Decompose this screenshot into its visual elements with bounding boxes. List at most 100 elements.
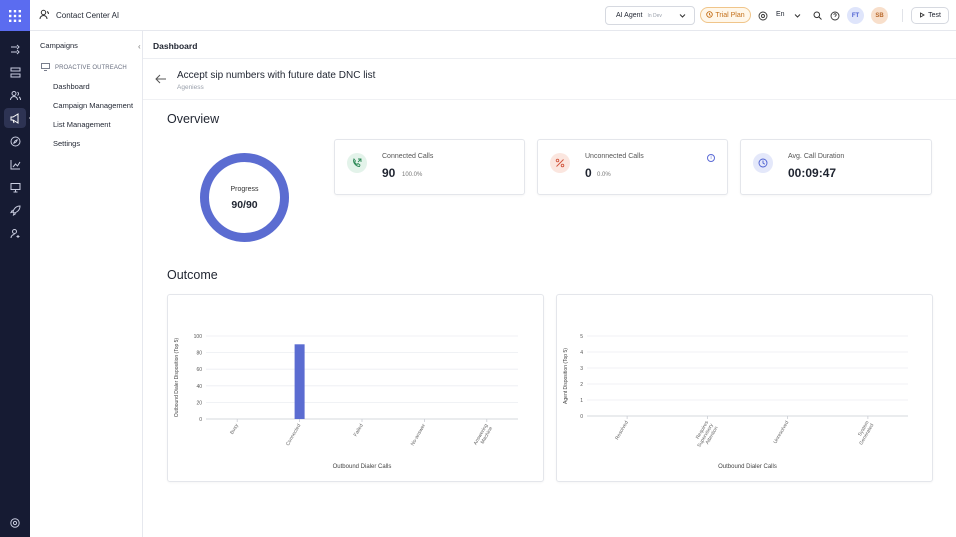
x-tick-label: No-answer (410, 423, 427, 447)
users-icon[interactable] (8, 88, 22, 102)
main-header: Dashboard (153, 41, 198, 51)
page-subtitle: Ageniess (177, 84, 204, 91)
x-tick-label: Resolved (614, 420, 630, 441)
connected-calls-pct: 100.0% (402, 172, 423, 178)
outcome-title: Outcome (167, 268, 218, 282)
user-avatar-ft[interactable]: FT (847, 7, 864, 24)
avg-call-duration-card: Avg. Call Duration 00:09:47 (740, 139, 932, 195)
user-avatar-sb[interactable]: SB (871, 7, 888, 24)
search-icon[interactable] (812, 10, 823, 21)
agent-select[interactable]: AI Agent In Dev (605, 6, 695, 25)
y-tick-label: 0 (580, 414, 583, 420)
routing-icon[interactable] (8, 65, 22, 79)
y-tick-label: 3 (580, 366, 583, 372)
play-icon (919, 11, 925, 20)
x-tick-label: Busy (229, 423, 240, 436)
analytics-icon[interactable] (8, 157, 22, 171)
agent-disposition-chart: 0 1 2 3 4 5 Resolved RequiresSupervisoryAttenti… (556, 294, 933, 482)
y-tick-label: 1 (580, 398, 583, 404)
y-tick-label: 5 (580, 334, 583, 340)
connected-calls-label: Connected Calls (382, 153, 434, 160)
sidebar-title: Campaigns (40, 41, 78, 50)
x-tick-label: Connected (285, 423, 302, 447)
avg-call-duration-label: Avg. Call Duration (788, 153, 845, 160)
rocket-icon[interactable] (8, 203, 22, 217)
y-tick-label: 60 (196, 367, 202, 373)
info-icon[interactable]: i (707, 154, 715, 162)
x-tick-label: SystemGenerated (854, 420, 876, 446)
overview-title: Overview (167, 112, 220, 126)
x-tick-label: Failed (353, 423, 365, 438)
divider (902, 9, 903, 22)
headset-icon (39, 9, 50, 22)
trial-plan-button[interactable]: Trial Plan (700, 7, 751, 23)
globe-icon[interactable] (757, 10, 768, 21)
progress-arc (200, 153, 289, 242)
progress-donut (200, 153, 289, 242)
help-circle-icon[interactable] (829, 10, 840, 21)
timer-icon (753, 153, 773, 173)
x-axis-label: Outbound Dialer Calls (718, 464, 777, 470)
back-arrow-icon[interactable] (155, 73, 167, 87)
unconnected-calls-card: Unconnected Calls 0 0.0% i (537, 139, 728, 195)
y-tick-label: 80 (196, 351, 202, 357)
monitor-icon[interactable] (8, 180, 22, 194)
campaigns-icon[interactable] (4, 108, 34, 128)
divider (143, 99, 956, 100)
help-icon[interactable] (10, 515, 20, 528)
collapse-sidebar-icon[interactable]: ‹ (138, 42, 141, 51)
trial-plan-label: Trial Plan (715, 11, 745, 19)
brand: Contact Center AI (39, 9, 119, 22)
unconnected-calls-pct: 0.0% (597, 172, 611, 178)
phone-connected-icon (347, 153, 367, 173)
test-label: Test (928, 12, 941, 19)
y-axis-label: Outbound Dialer Disposition (Top 5) (174, 338, 180, 418)
connected-calls-card: Connected Calls 90 100.0% (334, 139, 525, 195)
y-tick-label: 20 (196, 400, 202, 406)
compass-icon[interactable] (8, 134, 22, 148)
agent-disposition-svg: 0 1 2 3 4 5 Resolved RequiresSupervisoryAttenti… (563, 334, 908, 470)
outbound-disposition-chart: 0 20 40 60 80 100 Busy Connected Failed No-answer… (167, 294, 544, 482)
x-axis-label: Outbound Dialer Calls (333, 464, 392, 470)
y-tick-label: 100 (194, 334, 203, 340)
x-tick-label: Unresolved (773, 420, 791, 445)
user-settings-icon[interactable] (8, 226, 22, 240)
sidebar-item-dashboard[interactable]: Dashboard (53, 82, 90, 91)
unconnected-calls-value: 0 (585, 166, 592, 180)
unconnected-calls-label: Unconnected Calls (585, 153, 644, 160)
percent-icon (550, 153, 570, 173)
top-bar: Contact Center AI AI Agent In Dev Trial … (30, 0, 956, 31)
progress-label: Progress (230, 186, 259, 193)
app-launcher-icon[interactable] (0, 0, 30, 31)
outbound-disposition-svg: 0 20 40 60 80 100 Busy Connected Failed No-answer… (174, 334, 518, 470)
monitor-small-icon (41, 63, 50, 73)
left-rail (0, 0, 34, 537)
sidebar-item-campaign-management[interactable]: Campaign Management (53, 101, 133, 110)
sidebar-item-settings[interactable]: Settings (53, 139, 80, 148)
test-button[interactable]: Test (911, 7, 949, 24)
x-tick-label: AnsweringMachine (473, 423, 495, 449)
sidebar-item-list-management[interactable]: List Management (53, 120, 111, 129)
clock-icon (706, 10, 714, 20)
page-title: Accept sip numbers with future date DNC … (177, 70, 376, 81)
x-tick-label: RequiresSupervisoryAttention (692, 420, 720, 452)
agent-select-label: AI Agent (616, 12, 643, 19)
chevron-down-icon (679, 12, 686, 21)
bar (294, 344, 305, 419)
y-tick-label: 0 (199, 417, 202, 423)
y-axis-label: Agent Disposition (Top 5) (563, 348, 569, 404)
progress-value: 90/90 (231, 199, 258, 211)
language-label: En (776, 11, 785, 18)
language-chevron-icon[interactable] (792, 10, 803, 21)
y-tick-label: 2 (580, 382, 583, 388)
agent-env-label: In Dev (647, 12, 662, 19)
avg-call-duration-value: 00:09:47 (788, 166, 837, 180)
y-tick-label: 40 (196, 384, 202, 390)
language-select[interactable]: En (776, 11, 785, 18)
app-title: Contact Center AI (56, 11, 120, 20)
connected-calls-value: 90 (382, 166, 396, 180)
divider (143, 58, 956, 59)
campaigns-sidebar: Campaigns ‹ PROACTIVE OUTREACH Dashboard… (30, 31, 143, 537)
sidebar-section: PROACTIVE OUTREACH (41, 63, 127, 73)
flows-icon[interactable] (8, 42, 22, 56)
